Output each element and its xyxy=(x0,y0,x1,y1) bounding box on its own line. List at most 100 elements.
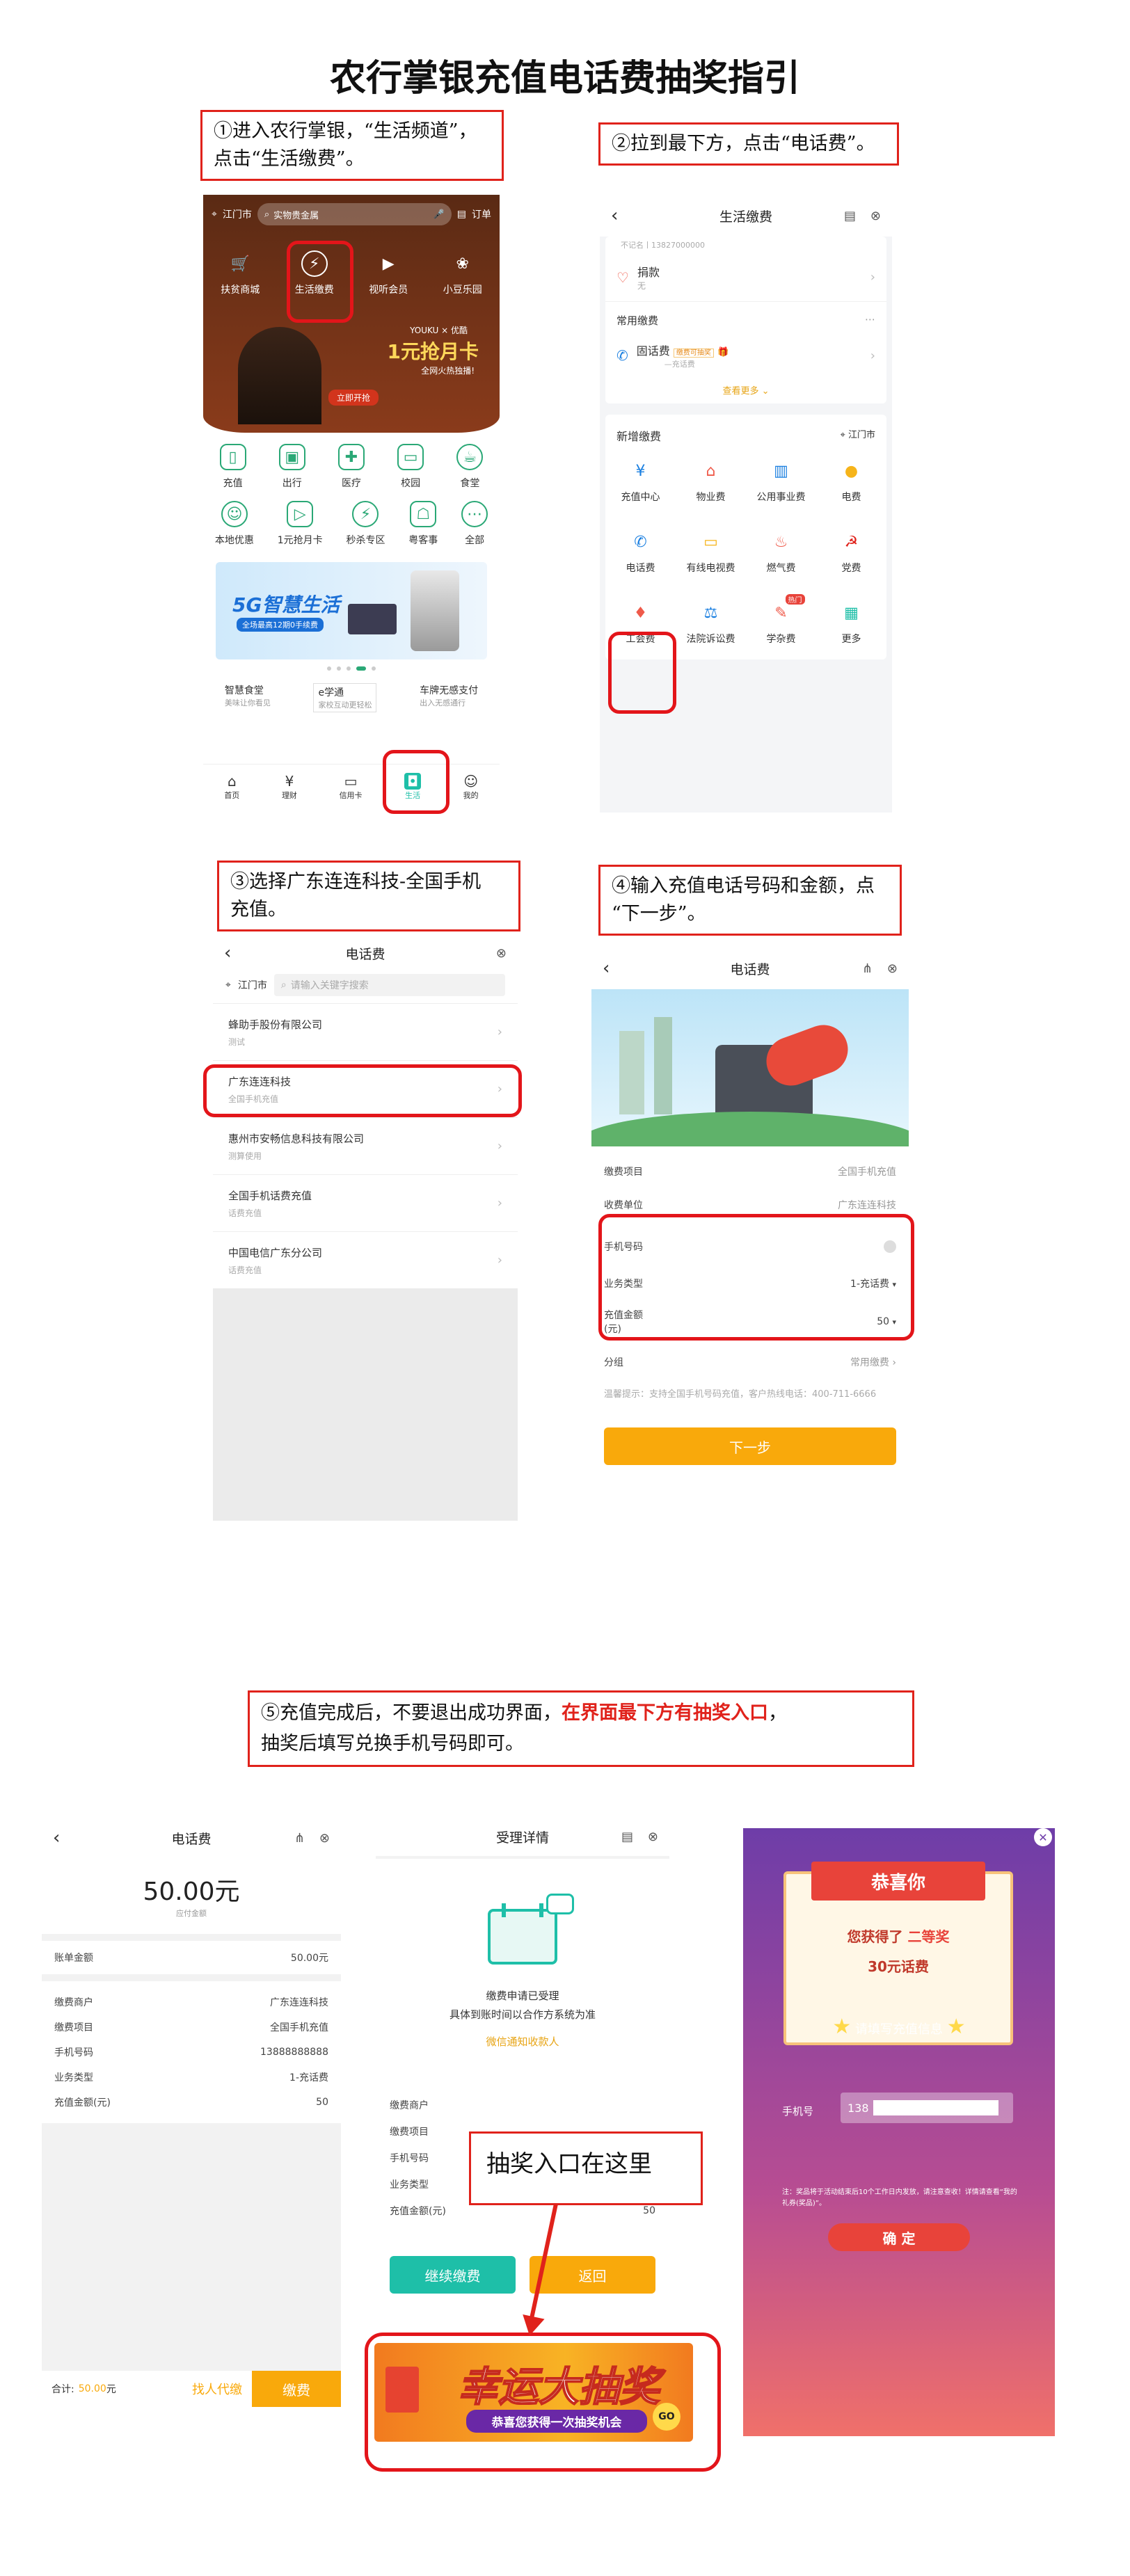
search-input[interactable]: ⌕ 请输入关键字搜索 xyxy=(273,974,505,996)
back-icon[interactable]: ‹ xyxy=(603,958,610,979)
payment-item[interactable]: ⌂ 物业费 xyxy=(676,458,746,504)
banner-people xyxy=(238,327,321,424)
continue-pay-button[interactable]: 继续缴费 xyxy=(390,2256,516,2294)
5g-promo-banner[interactable]: 5G智慧生活 全场最高12期0手续费 xyxy=(216,562,487,659)
location-icon[interactable]: ⌖ xyxy=(212,209,217,220)
back-icon[interactable]: ‹ xyxy=(224,943,231,963)
grid-recharge[interactable]: ▯ 充值 xyxy=(219,444,246,490)
close-icon[interactable]: ⊗ xyxy=(319,1831,330,1846)
provider-item[interactable]: 全国手机话费充值 话费充值 › xyxy=(213,1174,518,1231)
grid-campus[interactable]: ▭ 校园 xyxy=(397,444,424,490)
close-icon[interactable]: ⊗ xyxy=(870,209,881,223)
banner-sub: 全网火热独播! xyxy=(421,366,475,376)
phone-input[interactable]: 138 xyxy=(841,2093,1013,2123)
nav-title: 电话费 xyxy=(345,946,385,962)
mic-icon[interactable]: 🎤 xyxy=(433,209,445,220)
row-value: 全国手机充值 xyxy=(838,1167,896,1178)
phone-illustration xyxy=(591,989,909,1146)
amount-display: 50.00元 xyxy=(143,1878,240,1906)
bill-icon[interactable]: ▤ xyxy=(844,209,856,223)
ask-others-button[interactable]: 找人代缴 xyxy=(192,2380,252,2398)
close-icon[interactable]: ⊗ xyxy=(887,961,898,976)
order-icon[interactable]: ▤ xyxy=(457,209,466,220)
laptop-image xyxy=(348,604,397,634)
card-canteen[interactable]: 智慧食堂 美味让你看见 xyxy=(225,683,271,712)
masked-digits xyxy=(873,2100,998,2115)
row-value: 广东连连科技 xyxy=(270,1997,328,2008)
order-label[interactable]: 订单 xyxy=(472,207,491,221)
close-icon[interactable]: ⊗ xyxy=(496,946,507,961)
flash-icon: ⚡ xyxy=(352,501,379,527)
card-plate-pay[interactable]: 车牌无感支付 出入无感通行 xyxy=(420,683,478,712)
nav-title: 受理详情 xyxy=(495,1830,549,1846)
bill-row: 账单金额 50.00元 xyxy=(42,1941,341,1974)
card-e-learning[interactable]: e学通 家校互动更轻松 xyxy=(313,683,377,712)
grid-local-deals[interactable]: ☺ 本地优惠 xyxy=(215,501,254,547)
total-unit: 元 xyxy=(106,2384,116,2395)
provider-item[interactable]: 中国电信广东分公司 话费充值 › xyxy=(213,1231,518,1288)
search-bar[interactable]: ⌕ 实物贵金属 🎤 xyxy=(257,203,452,225)
coin-icon: ¥ xyxy=(635,462,646,480)
form-row-item: 缴费项目 全国手机充值 xyxy=(591,1155,909,1188)
search-placeholder: 实物贵金属 xyxy=(273,210,319,221)
bill-icon[interactable]: ▤ xyxy=(621,1830,633,1844)
view-more-link[interactable]: 查看更多 xyxy=(722,386,758,397)
tab-finance[interactable]: ¥ 理财 xyxy=(282,773,297,801)
group-select[interactable]: 分组 常用缴费 › xyxy=(591,1347,909,1377)
tv-icon: ▭ xyxy=(703,533,718,551)
youku-banner[interactable]: YOUKU × 优酷 1元抢月卡 全网火热独播! 立即开抢 xyxy=(203,306,500,424)
back-icon[interactable]: ‹ xyxy=(611,205,618,226)
payment-item[interactable]: ¥ 充值中心 xyxy=(605,458,676,504)
notify-link[interactable]: 微信通知收款人 xyxy=(376,2034,669,2049)
city-label[interactable]: 江门市 xyxy=(238,978,267,992)
more-dots-icon[interactable]: ⋯ xyxy=(865,313,875,328)
grid-travel[interactable]: ▣ 出行 xyxy=(278,444,305,490)
payment-item[interactable]: ▭ 有线电视费 xyxy=(676,529,746,575)
grid-canteen[interactable]: ☕ 食堂 xyxy=(456,444,484,490)
share-icon[interactable]: ⋔ xyxy=(294,1831,305,1846)
share-icon[interactable]: ⋔ xyxy=(862,961,873,976)
provider-item[interactable]: 蜂助手股份有限公司 测试 › xyxy=(213,1003,518,1060)
payment-item[interactable]: ▦ 更多 xyxy=(816,600,886,646)
close-icon[interactable]: ✕ xyxy=(1034,1828,1052,1846)
grid-monthly-card[interactable]: ▷ 1元抢月卡 xyxy=(278,501,323,547)
payment-item[interactable]: ♨ 燃气费 xyxy=(746,529,816,575)
payment-item[interactable]: ✆ 电话费 xyxy=(605,529,676,575)
payment-item[interactable]: ✎ 学杂费 热门 xyxy=(746,594,816,646)
lottery-tag: 缴费可抽奖 xyxy=(673,349,714,358)
grid-all[interactable]: ⋯ 全部 xyxy=(461,501,488,547)
payment-item[interactable]: ● 电费 xyxy=(816,458,886,504)
flame-icon: ♨ xyxy=(774,533,788,551)
return-button[interactable]: 返回 xyxy=(530,2256,655,2294)
grid-guest[interactable]: ☖ 粤客事 xyxy=(408,501,438,547)
city-label[interactable]: 江门市 xyxy=(848,430,875,440)
provider-item[interactable]: 惠州市安畅信息科技有限公司 测算使用 › xyxy=(213,1117,518,1174)
confirm-button[interactable]: 确 定 xyxy=(828,2223,970,2251)
person-icon: ☺ xyxy=(221,501,248,527)
payment-item[interactable]: ⚖ 法院诉讼费 xyxy=(676,600,746,646)
donate-item[interactable]: ♡ 捐款无 › xyxy=(605,253,886,302)
icon-bean-park[interactable]: ❀ 小豆乐园 xyxy=(443,250,482,296)
city-label[interactable]: 江门市 xyxy=(223,207,252,221)
payment-item[interactable]: ▥ 公用事业费 xyxy=(746,458,816,504)
icon-poverty-mall[interactable]: 🛒 扶贫商城 xyxy=(221,250,260,296)
search-placeholder: 请输入关键字搜索 xyxy=(290,980,369,991)
back-icon[interactable]: ‹ xyxy=(53,1827,60,1848)
next-button[interactable]: 下一步 xyxy=(604,1427,896,1465)
provider-text: 全国手机话费充值 话费充值 xyxy=(228,1188,498,1219)
banner-button[interactable]: 立即开抢 xyxy=(328,390,379,406)
payment-item[interactable]: ☭ 党费 xyxy=(816,529,886,575)
fixed-line-item[interactable]: ✆ 固话费 缴费可抽奖 🎁 —充话费 › xyxy=(605,333,886,378)
close-icon[interactable]: ⊗ xyxy=(648,1830,658,1844)
grid-flash-sale[interactable]: ⚡ 秒杀专区 xyxy=(346,501,385,547)
chevron-right-icon: › xyxy=(497,1139,502,1153)
step4-callout: ④输入充值电话号码和金额，点 “下一步”。 xyxy=(598,865,902,936)
tab-label: 首页 xyxy=(224,790,240,800)
tab-home[interactable]: ⌂ 首页 xyxy=(224,773,239,801)
icon-video-member[interactable]: ▶ 视听会员 xyxy=(369,250,408,296)
grid-label: 本地优惠 xyxy=(214,535,254,546)
tab-credit[interactable]: ▭ 信用卡 xyxy=(340,773,363,801)
pay-button[interactable]: 缴费 xyxy=(252,2371,341,2407)
grid-medical[interactable]: ✚ 医疗 xyxy=(337,444,365,490)
tab-mine[interactable]: ☺ 我的 xyxy=(463,773,479,801)
